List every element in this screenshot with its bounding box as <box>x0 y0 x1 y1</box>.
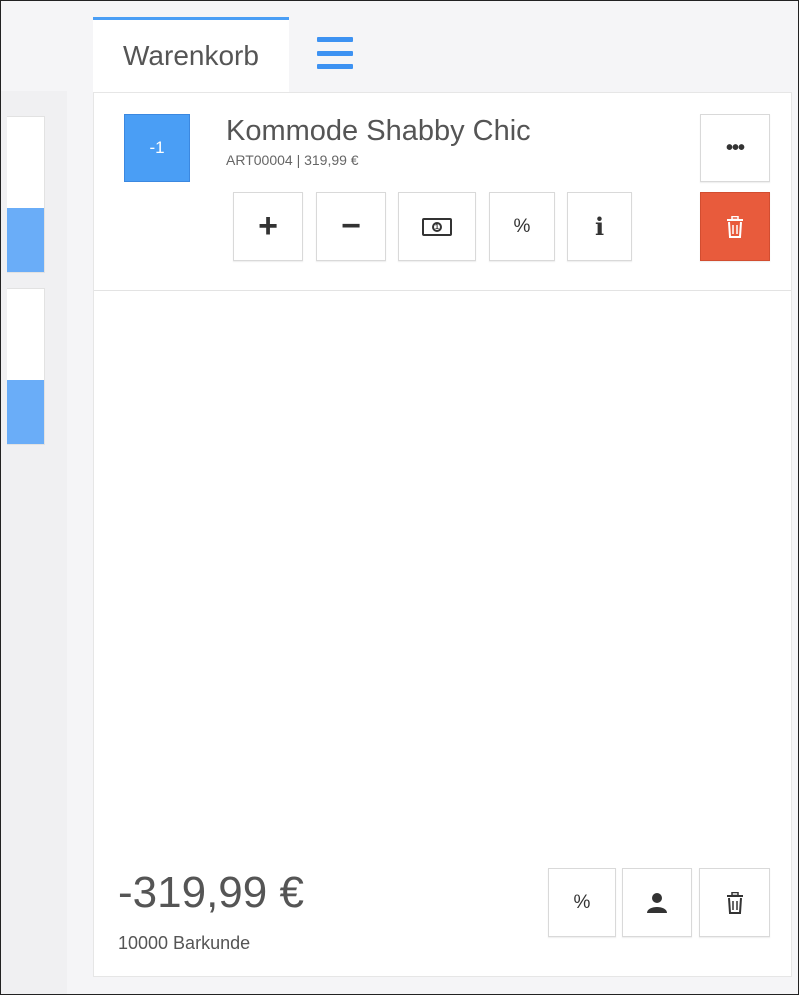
banknote-icon: 1 <box>422 217 452 236</box>
trash-icon <box>726 891 743 914</box>
select-customer-button[interactable] <box>622 868 692 937</box>
product-tile-footer <box>7 380 44 444</box>
info-icon: i <box>594 212 605 241</box>
product-tile[interactable] <box>7 288 45 445</box>
item-info-button[interactable]: i <box>567 192 632 261</box>
ellipsis-icon: ••• <box>725 136 745 159</box>
clear-cart-button[interactable] <box>699 868 770 937</box>
percent-icon: % <box>513 215 531 237</box>
item-discount-button[interactable]: % <box>489 192 555 261</box>
increase-quantity-button[interactable]: + <box>233 192 303 261</box>
cart-line-item: -1 Kommode Shabby Chic ART00004 | 319,99… <box>94 93 791 291</box>
price-button[interactable]: 1 <box>398 192 476 261</box>
product-grid-panel <box>1 91 67 994</box>
minus-icon: − <box>341 207 361 245</box>
quantity-badge[interactable]: -1 <box>124 114 190 182</box>
delete-item-button[interactable] <box>700 192 770 261</box>
decrease-quantity-button[interactable]: − <box>316 192 386 261</box>
item-name: Kommode Shabby Chic <box>226 115 531 147</box>
tab-warenkorb-label: Warenkorb <box>123 40 259 71</box>
user-icon <box>647 892 667 913</box>
cart-total: -319,99 € <box>118 868 304 917</box>
percent-icon: % <box>573 891 591 913</box>
cart-panel: -1 Kommode Shabby Chic ART00004 | 319,99… <box>93 92 792 977</box>
hamburger-menu-icon[interactable] <box>317 37 353 69</box>
quantity-value: -1 <box>149 138 165 157</box>
plus-icon: + <box>258 207 278 245</box>
tab-warenkorb[interactable]: Warenkorb <box>93 17 289 92</box>
product-tile[interactable] <box>7 116 45 273</box>
trash-icon <box>727 215 743 238</box>
item-more-button[interactable]: ••• <box>700 114 770 182</box>
app-frame: Warenkorb -1 Kommode Shabby Chic ART0000… <box>0 0 799 995</box>
customer-label: 10000 Barkunde <box>118 933 251 953</box>
item-meta: ART00004 | 319,99 € <box>226 152 359 168</box>
cart-discount-button[interactable]: % <box>548 868 616 937</box>
product-tile-footer <box>7 208 44 272</box>
